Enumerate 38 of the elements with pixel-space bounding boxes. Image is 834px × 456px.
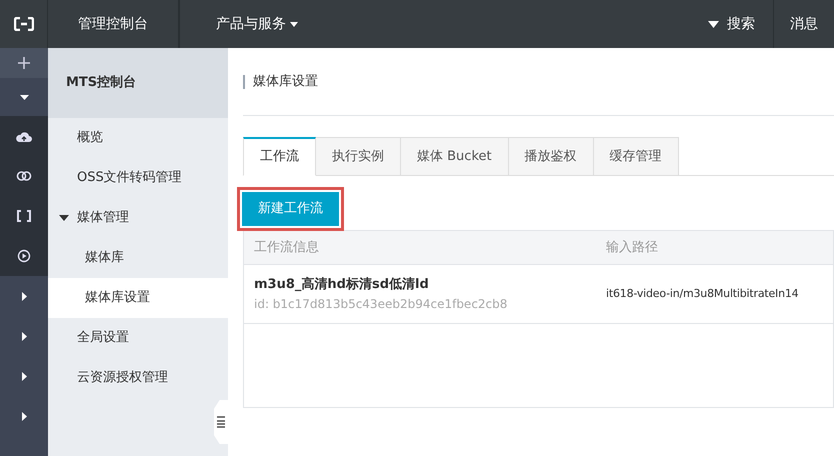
tab[interactable]: 工作流 — [243, 137, 316, 176]
messages-link[interactable]: 消息 — [790, 14, 818, 34]
link-icon[interactable] — [16, 169, 32, 183]
collapse-handle[interactable] — [214, 400, 228, 444]
sidebar-item[interactable]: 全局设置 — [48, 318, 228, 358]
caret-down-icon[interactable] — [20, 94, 28, 100]
play-icon[interactable] — [17, 249, 31, 263]
plus-icon[interactable] — [18, 57, 30, 69]
column-header: 工作流信息 — [254, 240, 319, 255]
cloud-icon[interactable] — [16, 130, 32, 142]
bracket-icon[interactable] — [16, 210, 32, 222]
tab[interactable]: 播放鉴权 — [508, 137, 594, 176]
sidebar-item[interactable]: OSS文件转码管理 — [48, 158, 228, 198]
products-menu[interactable]: 产品与服务 — [216, 14, 298, 34]
input-path: it618-video-in/m3u8MultibitrateIn14 — [606, 286, 798, 300]
page-title: 媒体库设置 — [243, 74, 318, 88]
sidebar-item[interactable]: 媒体库设置 — [48, 278, 228, 318]
sidebar-item[interactable]: 媒体库 — [48, 238, 228, 278]
tab[interactable]: 执行实例 — [316, 137, 401, 176]
caret-right-icon[interactable] — [22, 372, 26, 380]
sidebar-item[interactable]: 云资源授权管理 — [48, 358, 228, 398]
workflow-id: id: b1c17d813b5c43eeb2b94ce1fbec2cb8 — [254, 296, 508, 313]
caret-icon — [708, 20, 719, 28]
list-icon — [217, 416, 225, 428]
caret-icon — [290, 22, 298, 26]
sidebar-item[interactable]: 媒体管理 — [48, 198, 228, 238]
workflow-name: m3u8_高清hd标清sd低清ld — [254, 276, 430, 294]
tab[interactable]: 缓存管理 — [594, 137, 679, 176]
caret-right-icon[interactable] — [22, 412, 26, 420]
search-menu[interactable]: 搜索 — [708, 14, 755, 34]
caret-right-icon[interactable] — [22, 292, 26, 300]
console-link[interactable]: 管理控制台 — [78, 14, 148, 34]
column-header: 输入路径 — [606, 240, 658, 255]
console-title: MTS控制台 — [48, 48, 228, 118]
logo-icon — [14, 17, 34, 31]
sidebar-item[interactable]: 概览 — [48, 118, 228, 158]
caret-right-icon[interactable] — [22, 332, 26, 340]
tab[interactable]: 媒体 Bucket — [401, 137, 509, 176]
